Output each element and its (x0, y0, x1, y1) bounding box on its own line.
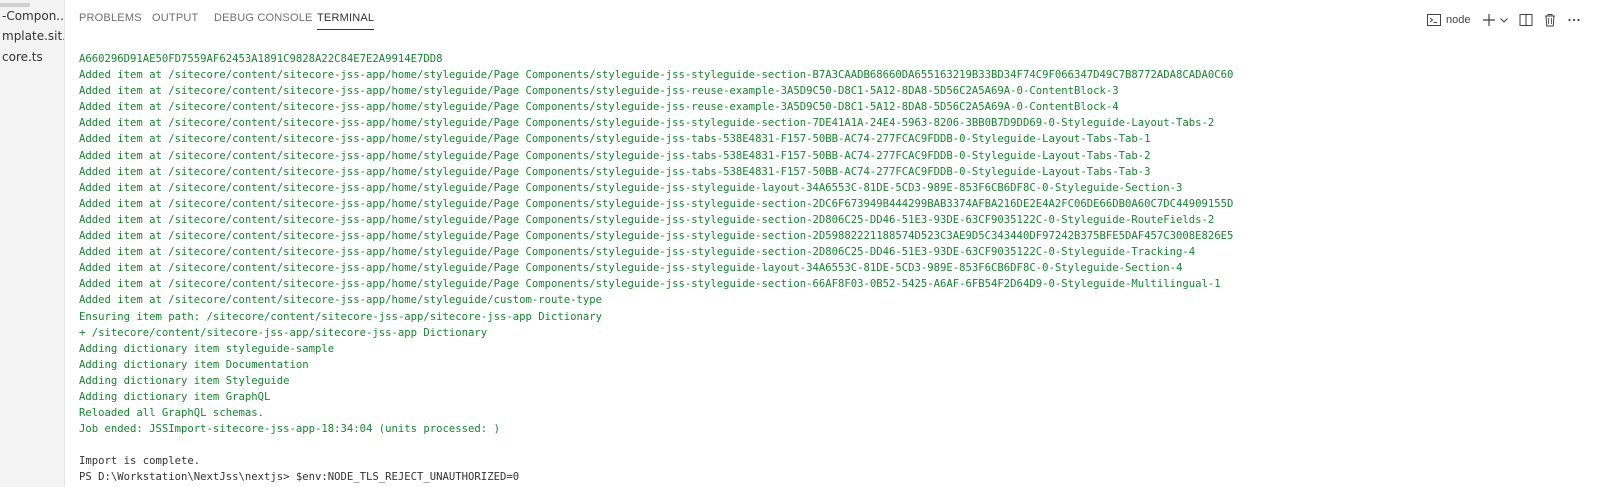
terminal-icon (1427, 13, 1441, 27)
terminal-line: Added item at /sitecore/content/sitecore… (79, 246, 1196, 259)
kill-terminal-button[interactable] (1543, 10, 1557, 30)
terminal-line: A660296D91AE50FD7559AF62453A1891C9828A22… (79, 53, 443, 65)
terminal-line: Added item at /sitecore/content/sitecore… (79, 101, 1119, 114)
terminal-line: Added item at /sitecore/content/sitecore… (79, 117, 1215, 130)
terminal-dropdown-button[interactable] (1499, 10, 1509, 30)
terminal-line: Added item at /sitecore/content/sitecore… (79, 230, 1234, 243)
explorer-item[interactable]: -Compon... (2, 9, 64, 23)
more-actions-button[interactable] (1567, 10, 1581, 30)
bottom-panel: PROBLEMS OUTPUT DEBUG CONSOLE TERMINAL n… (65, 0, 1600, 487)
ellipsis-icon (1567, 13, 1581, 27)
plus-icon (1482, 13, 1496, 27)
terminal-line: Added item at /sitecore/content/sitecore… (79, 278, 1221, 291)
new-terminal-button[interactable] (1482, 10, 1496, 30)
explorer-sidebar: -Compon... mplate.sit... core.ts (0, 0, 65, 487)
tab-output[interactable]: OUTPUT (152, 12, 198, 29)
terminal-line: Import is complete. (79, 455, 201, 468)
terminal-line: + /sitecore/content/sitecore-jss-app/sit… (79, 326, 488, 339)
terminal-line: Adding dictionary item styleguide-sample (79, 342, 335, 355)
panel-tab-bar: PROBLEMS OUTPUT DEBUG CONSOLE TERMINAL n… (65, 0, 1600, 40)
tab-problems[interactable]: PROBLEMS (79, 12, 142, 29)
terminal-line: Added item at /sitecore/content/sitecore… (79, 69, 1234, 82)
terminal-line: Added item at /sitecore/content/sitecore… (79, 197, 1234, 210)
terminal-line: Adding dictionary item Documentation (79, 358, 309, 371)
terminal-line: Added item at /sitecore/content/sitecore… (79, 262, 1183, 275)
split-icon (1519, 13, 1533, 27)
terminal-line: Ensuring item path: /sitecore/content/si… (79, 310, 602, 323)
terminal-line: PS D:\Workstation\NextJss\nextjs> $env:N… (79, 471, 520, 484)
terminal-line: Added item at /sitecore/content/sitecore… (79, 85, 1119, 98)
trash-icon (1543, 13, 1557, 27)
terminal-line: Adding dictionary item Styleguide (79, 374, 290, 387)
terminal-name: node (1446, 14, 1471, 26)
terminal-selector[interactable]: node (1427, 10, 1470, 30)
terminal-line: Added item at /sitecore/content/sitecore… (79, 133, 1151, 146)
explorer-item[interactable]: mplate.sit... (2, 29, 64, 43)
terminal-line: Added item at /sitecore/content/sitecore… (79, 165, 1151, 178)
chevron-down-icon (1499, 15, 1509, 25)
terminal-line: Added item at /sitecore/content/sitecore… (79, 213, 1215, 226)
terminal-output[interactable]: A660296D91AE50FD7559AF62453A1891C9828A22… (79, 51, 1600, 486)
panel-toolbar: node (1427, 10, 1592, 32)
tab-debug-console[interactable]: DEBUG CONSOLE (214, 12, 313, 29)
terminal-line: Job ended: JSSImport-sitecore-jss-app-18… (79, 423, 500, 436)
terminal-line: Adding dictionary item GraphQL (79, 390, 271, 403)
terminal-line: Reloaded all GraphQL schemas. (79, 407, 264, 420)
explorer-item[interactable]: core.ts (2, 50, 43, 64)
split-terminal-button[interactable] (1519, 10, 1533, 30)
terminal-line: Added item at /sitecore/content/sitecore… (79, 149, 1151, 162)
terminal-line: Added item at /sitecore/content/sitecore… (79, 181, 1183, 194)
tab-terminal[interactable]: TERMINAL (317, 12, 375, 30)
terminal-line: Added item at /sitecore/content/sitecore… (79, 294, 602, 307)
